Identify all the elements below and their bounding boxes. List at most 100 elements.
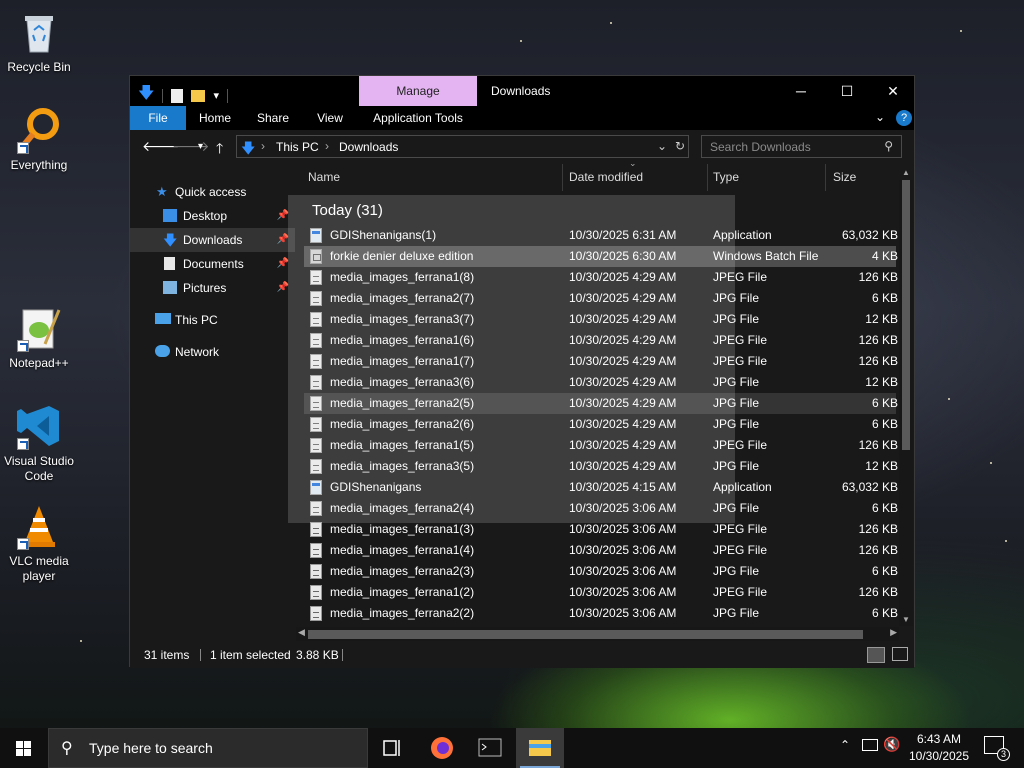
table-row[interactable]: media_images_ferrana1(5) 10/30/2025 4:29 …	[304, 435, 898, 456]
firefox-icon	[431, 737, 453, 759]
table-row[interactable]: media_images_ferrana1(2) 10/30/2025 3:06 …	[304, 582, 898, 603]
address-dropdown-chevron-icon[interactable]: ⌄	[657, 139, 667, 153]
table-row[interactable]: media_images_ferrana2(7) 10/30/2025 4:29 …	[304, 288, 898, 309]
tab-home[interactable]: Home	[190, 106, 240, 130]
explorer-window[interactable]: 🡇 ▾ Manage Downloads ─ ☐ ✕ File Home Sha…	[129, 75, 915, 668]
nav-item-downloads[interactable]: 🡇 Downloads 📌	[130, 228, 295, 252]
action-center-icon[interactable]: 3	[984, 736, 1010, 761]
clock-date: 10/30/2025	[908, 749, 970, 763]
file-name: media_images_ferrana2(4)	[330, 501, 475, 515]
nav-item-network[interactable]: Network	[130, 340, 295, 364]
scroll-down-arrow-icon[interactable]: ▼	[902, 615, 910, 624]
table-row[interactable]: media_images_ferrana1(7) 10/30/2025 4:29 …	[304, 351, 898, 372]
help-icon[interactable]: ?	[896, 110, 912, 126]
star	[80, 640, 82, 642]
nav-item-label: Downloads	[183, 233, 243, 247]
nav-item-label: Desktop	[183, 209, 228, 223]
star	[960, 30, 962, 32]
image-file-icon	[310, 396, 322, 411]
group-header-today[interactable]: Today (31)	[312, 202, 383, 219]
desktop-icon-recycle-bin[interactable]: Recycle Bin	[0, 8, 78, 75]
recent-locations-chevron-icon[interactable]: ▾	[198, 141, 203, 152]
address-bar[interactable]: 🡇 › This PC › Downloads ⌄ ↻	[236, 135, 689, 158]
new-folder-icon[interactable]	[191, 89, 206, 102]
nav-item-documents[interactable]: Documents 📌	[130, 252, 295, 276]
file-date: 10/30/2025 3:06 AM	[569, 501, 677, 515]
horizontal-scroll-thumb[interactable]	[308, 630, 863, 639]
vertical-scroll-thumb[interactable]	[902, 180, 910, 450]
desktop-icon-everything[interactable]: Everything	[0, 106, 78, 173]
table-row[interactable]: media_images_ferrana3(6) 10/30/2025 4:29 …	[304, 372, 898, 393]
table-row[interactable]: media_images_ferrana1(4) 10/30/2025 3:06 …	[304, 540, 898, 561]
nav-item-quick-access[interactable]: ★ Quick access	[130, 180, 295, 204]
file-size: 6 KB	[871, 417, 898, 431]
table-row[interactable]: media_images_ferrana1(3) 10/30/2025 3:06 …	[304, 519, 898, 540]
table-row[interactable]: media_images_ferrana1(8) 10/30/2025 4:29 …	[304, 267, 898, 288]
file-date: 10/30/2025 4:29 AM	[569, 354, 677, 368]
table-row[interactable]: media_images_ferrana1(6) 10/30/2025 4:29 …	[304, 330, 898, 351]
network-status-icon[interactable]	[862, 739, 878, 751]
large-icons-view-icon[interactable]	[892, 647, 908, 661]
nav-item-pictures[interactable]: Pictures 📌	[130, 276, 295, 300]
table-row[interactable]: media_images_ferrana2(3) 10/30/2025 3:06 …	[304, 561, 898, 582]
column-separator	[707, 164, 708, 191]
volume-muted-icon[interactable]: 🔇	[883, 736, 900, 753]
tab-share[interactable]: Share	[248, 106, 298, 130]
forward-arrow-icon[interactable]: 🡒	[172, 138, 210, 155]
table-row[interactable]: media_images_ferrana2(4) 10/30/2025 3:06 …	[304, 498, 898, 519]
horizontal-scrollbar[interactable]: ◀ ▶	[296, 627, 899, 641]
tab-file[interactable]: File	[130, 106, 186, 130]
maximize-button[interactable]: ☐	[824, 76, 870, 106]
expand-ribbon-chevron-icon[interactable]: ⌄	[875, 110, 885, 124]
taskbar-search-box[interactable]: ⚲ Type here to search	[48, 728, 368, 768]
refresh-icon[interactable]: ↻	[675, 139, 685, 153]
table-row[interactable]: GDIShenanigans(1) 10/30/2025 6:31 AM Appli…	[304, 225, 898, 246]
details-view-icon[interactable]	[867, 647, 885, 663]
table-row[interactable]: media_images_ferrana2(2) 10/30/2025 3:06 …	[304, 603, 898, 624]
table-row[interactable]: GDIShenanigans 10/30/2025 4:15 AM Applicat…	[304, 477, 898, 498]
column-header-name[interactable]: Name	[308, 164, 340, 191]
column-header-size[interactable]: Size	[833, 164, 856, 191]
vertical-scrollbar[interactable]: ▲ ▼	[899, 168, 913, 626]
desktop-icon-vlc[interactable]: VLC media player	[0, 502, 78, 584]
show-hidden-icons-chevron-icon[interactable]: ⌃	[840, 738, 850, 752]
tab-application-tools[interactable]: Application Tools	[362, 106, 474, 130]
task-view-button[interactable]	[368, 728, 416, 768]
scroll-left-arrow-icon[interactable]: ◀	[298, 627, 305, 638]
breadcrumb-this-pc[interactable]: This PC	[276, 140, 319, 154]
pin-icon: 📌	[276, 210, 289, 221]
customize-qat-icon[interactable]: ▾	[213, 89, 219, 102]
table-row[interactable]: forkie denier deluxe edition 10/30/2025 6…	[304, 246, 898, 267]
scroll-right-arrow-icon[interactable]: ▶	[890, 627, 897, 638]
minimize-button[interactable]: ─	[778, 76, 824, 106]
table-row[interactable]: media_images_ferrana2(5) 10/30/2025 4:29 …	[304, 393, 898, 414]
file-list[interactable]: Name Date modified ⌄ Type Size Today (31…	[296, 164, 913, 641]
file-type: JPEG File	[713, 354, 768, 368]
scroll-up-arrow-icon[interactable]: ▲	[902, 168, 910, 177]
breadcrumb-downloads[interactable]: Downloads	[339, 140, 398, 154]
table-row[interactable]: media_images_ferrana2(6) 10/30/2025 4:29 …	[304, 414, 898, 435]
status-size: 3.88 KB	[296, 648, 339, 662]
up-arrow-icon[interactable]: 🡑	[216, 138, 223, 162]
nav-item-this-pc[interactable]: This PC	[130, 308, 295, 332]
file-type: JPG File	[713, 606, 760, 620]
desktop-icon-notepadpp[interactable]: Notepad++	[0, 304, 78, 371]
nav-item-desktop[interactable]: Desktop 📌	[130, 204, 295, 228]
terminal-taskbar-button[interactable]	[466, 728, 514, 768]
close-button[interactable]: ✕	[870, 76, 916, 106]
tab-view[interactable]: View	[306, 106, 354, 130]
file-size: 126 KB	[858, 543, 898, 557]
system-clock[interactable]: 6:43 AM 10/30/2025	[906, 731, 972, 765]
desktop-icon-vscode[interactable]: Visual Studio Code	[0, 402, 78, 484]
table-row[interactable]: media_images_ferrana3(7) 10/30/2025 4:29 …	[304, 309, 898, 330]
file-explorer-taskbar-button[interactable]	[516, 728, 564, 768]
manage-context-tab[interactable]: Manage	[359, 76, 477, 106]
title-bar[interactable]: 🡇 ▾ Manage Downloads ─ ☐ ✕	[130, 76, 914, 106]
table-row[interactable]: media_images_ferrana3(5) 10/30/2025 4:29 …	[304, 456, 898, 477]
start-button[interactable]	[0, 728, 48, 768]
firefox-taskbar-button[interactable]	[418, 728, 466, 768]
search-box[interactable]: Search Downloads ⚲	[701, 135, 902, 158]
column-header-type[interactable]: Type	[713, 164, 739, 191]
properties-icon[interactable]	[171, 88, 184, 103]
image-file-icon	[310, 291, 322, 306]
